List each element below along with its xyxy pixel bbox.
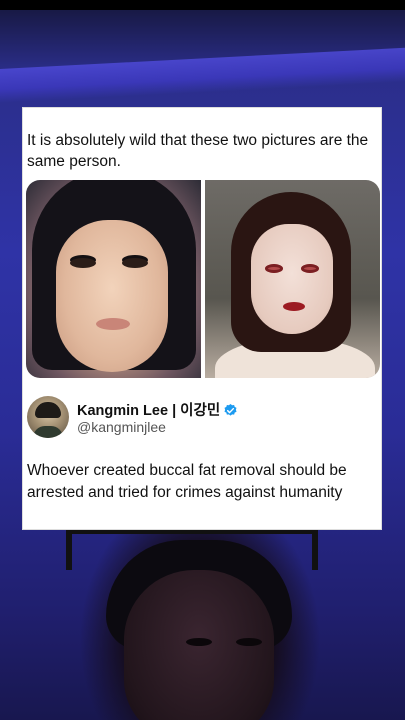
photo-after [205, 180, 380, 378]
creator-eye-left [186, 638, 212, 646]
photo-before-face [56, 220, 168, 372]
creator-head [124, 570, 274, 720]
tweet-author: Kangmin Lee | 이강민 @kangminjlee [27, 396, 367, 440]
photo-before [26, 180, 201, 378]
author-name: Kangmin Lee | 이강민 [77, 399, 238, 420]
avatar-hair [35, 402, 61, 418]
creator-eye-right [236, 638, 262, 646]
photo-before-eye [122, 258, 148, 268]
avatar-body [33, 426, 63, 438]
photo-before-lips [96, 318, 130, 330]
video-frame: It is absolutely wild that these two pic… [0, 0, 405, 720]
photo-after-face [251, 224, 333, 334]
author-handle: @kangminjlee [77, 419, 166, 435]
avatar [27, 396, 69, 438]
comparison-photos [26, 180, 380, 378]
status-bar [0, 0, 405, 10]
ceiling-light-band [0, 45, 405, 105]
creator-face [100, 540, 300, 720]
tweet-text: Whoever created buccal fat removal shoul… [27, 462, 347, 501]
photo-after-lips [283, 302, 305, 311]
post-caption: It is absolutely wild that these two pic… [27, 132, 369, 170]
photo-after-eye [265, 264, 283, 273]
photo-after-eye [301, 264, 319, 273]
author-name-text: Kangmin Lee | 이강민 [77, 403, 221, 419]
verified-badge-icon [224, 403, 237, 416]
photo-before-eye [70, 258, 96, 268]
post-card: It is absolutely wild that these two pic… [22, 107, 382, 530]
